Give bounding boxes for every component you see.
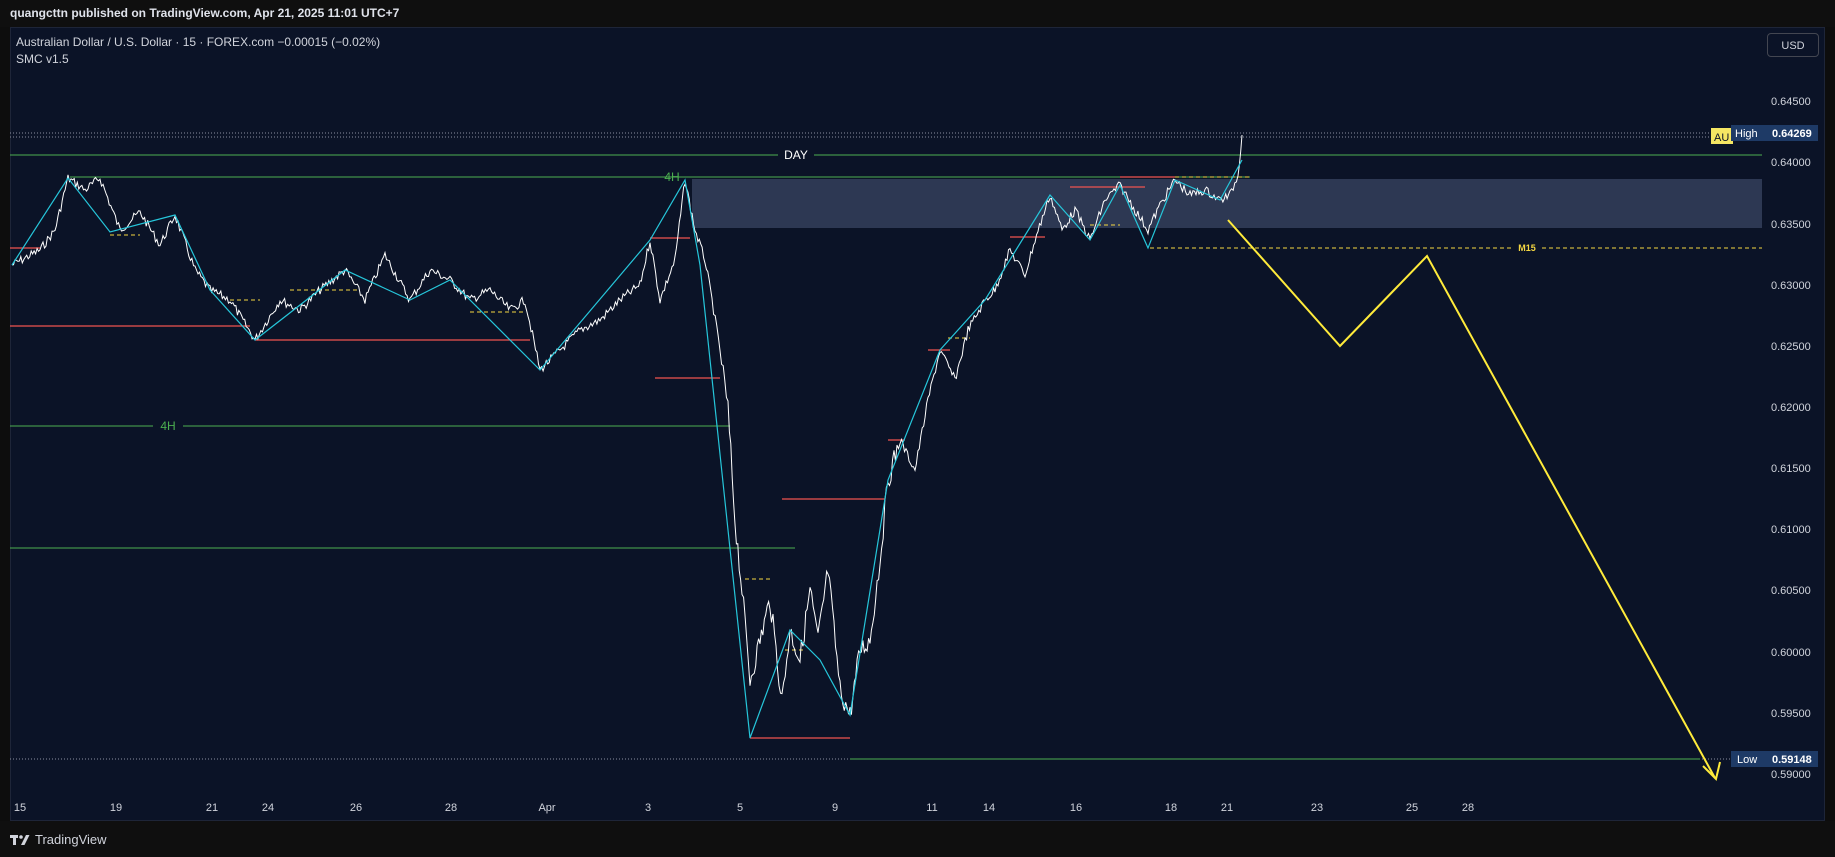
chart-legend[interactable]: Australian Dollar / U.S. Dollar · 15 · F… bbox=[16, 34, 380, 68]
price-tick-label: 0.61500 bbox=[1771, 463, 1811, 475]
time-tick-label: 23 bbox=[1311, 802, 1323, 814]
time-tick-label: Apr bbox=[538, 802, 555, 814]
price-tick-label: 0.60500 bbox=[1771, 585, 1811, 597]
currency-button[interactable]: USD bbox=[1767, 33, 1819, 57]
time-tick-label: 9 bbox=[832, 802, 838, 814]
time-tick-label: 11 bbox=[926, 802, 937, 814]
price-tick-label: 0.62500 bbox=[1771, 341, 1811, 353]
logo-text: TradingView bbox=[35, 832, 107, 847]
high-label: High bbox=[1735, 128, 1758, 140]
price-tick-label: 0.60000 bbox=[1771, 647, 1811, 659]
price-tick-label: 0.62000 bbox=[1771, 402, 1811, 414]
red-structure-lines bbox=[10, 176, 1175, 739]
indicator-name[interactable]: SMC v1.5 bbox=[16, 51, 380, 68]
high-value: 0.64269 bbox=[1772, 128, 1812, 140]
price-tick-label: 0.63000 bbox=[1771, 280, 1811, 292]
4h-label-mid: 4H bbox=[160, 419, 175, 433]
time-tick-label: 24 bbox=[262, 802, 274, 814]
symbol-tag: AU bbox=[1714, 132, 1729, 144]
time-tick-label: 5 bbox=[737, 802, 743, 814]
low-value: 0.59148 bbox=[1772, 754, 1812, 766]
tradingview-logo-icon bbox=[10, 834, 30, 845]
chart-canvas[interactable]: DAY 4H 4H M15 0.64500 0.64000 0.63500 0.630… bbox=[0, 0, 1835, 857]
time-tick-label: 28 bbox=[445, 802, 457, 814]
time-tick-label: 21 bbox=[206, 802, 218, 814]
4h-label-top: 4H bbox=[664, 170, 679, 184]
time-tick-label: 18 bbox=[1165, 802, 1177, 814]
time-tick-label: 19 bbox=[110, 802, 122, 814]
price-tick-label: 0.63500 bbox=[1771, 219, 1811, 231]
projection-path[interactable] bbox=[1227, 219, 1716, 779]
time-tick-label: 21 bbox=[1221, 802, 1233, 814]
price-axis[interactable]: 0.64500 0.64000 0.63500 0.63000 0.62500 0.620… bbox=[1771, 96, 1811, 781]
price-tick-label: 0.64000 bbox=[1771, 157, 1811, 169]
structure-zigzag-line bbox=[11, 159, 1243, 739]
price-tick-label: 0.64500 bbox=[1771, 96, 1811, 108]
time-axis[interactable]: 15 19 21 24 26 28 Apr 3 5 9 11 14 16 18 21 23 25 28 bbox=[14, 802, 1474, 814]
tradingview-logo[interactable]: TradingView bbox=[10, 832, 107, 847]
time-tick-label: 26 bbox=[350, 802, 362, 814]
day-label: DAY bbox=[784, 148, 808, 162]
symbol-line[interactable]: Australian Dollar / U.S. Dollar · 15 · F… bbox=[16, 34, 380, 51]
footer-bar bbox=[0, 821, 1835, 857]
time-tick-label: 15 bbox=[14, 802, 26, 814]
time-tick-label: 25 bbox=[1406, 802, 1418, 814]
time-tick-label: 14 bbox=[983, 802, 995, 814]
price-tick-label: 0.59500 bbox=[1771, 708, 1811, 720]
low-label: Low bbox=[1737, 754, 1757, 766]
price-tick-label: 0.61000 bbox=[1771, 524, 1811, 536]
time-tick-label: 3 bbox=[645, 802, 651, 814]
time-tick-label: 28 bbox=[1462, 802, 1474, 814]
m15-label: M15 bbox=[1518, 243, 1536, 253]
time-tick-label: 16 bbox=[1070, 802, 1082, 814]
price-tick-label: 0.59000 bbox=[1771, 769, 1811, 781]
